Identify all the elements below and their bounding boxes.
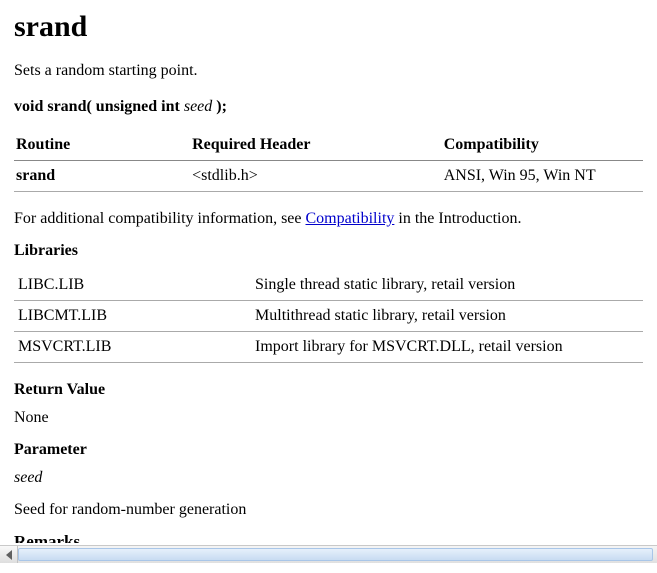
library-desc: Import library for MSVCRT.DLL, retail ve… (253, 332, 643, 363)
function-signature: void srand( unsigned int seed ); (14, 98, 643, 116)
signature-param: seed (184, 98, 212, 115)
routine-header-compatibility: Compatibility (442, 130, 643, 161)
library-name: MSVCRT.LIB (14, 332, 253, 363)
return-value-heading: Return Value (14, 381, 643, 399)
table-row: LIBCMT.LIB Multithread static library, r… (14, 301, 643, 332)
compatibility-note: For additional compatibility information… (14, 210, 643, 228)
library-name: LIBC.LIB (14, 270, 253, 301)
library-desc: Single thread static library, retail ver… (253, 270, 643, 301)
chevron-left-icon (6, 550, 12, 560)
page-title: srand (14, 10, 643, 44)
signature-prefix: void srand( unsigned int (14, 98, 184, 115)
routine-header-routine: Routine (14, 130, 190, 161)
parameter-description: Seed for random-number generation (14, 501, 643, 519)
compat-note-before: For additional compatibility information… (14, 210, 306, 227)
library-desc: Multithread static library, retail versi… (253, 301, 643, 332)
routine-table: Routine Required Header Compatibility sr… (14, 130, 643, 192)
short-description: Sets a random starting point. (14, 62, 643, 80)
libraries-heading: Libraries (14, 242, 643, 260)
compat-note-after: in the Introduction. (394, 210, 521, 227)
scroll-thumb[interactable] (18, 548, 653, 561)
horizontal-scrollbar[interactable] (0, 545, 657, 563)
routine-header-required-header: Required Header (190, 130, 442, 161)
return-value-text: None (14, 409, 643, 427)
table-row: srand <stdlib.h> ANSI, Win 95, Win NT (14, 161, 643, 192)
routine-cell-name: srand (14, 161, 190, 192)
table-row: LIBC.LIB Single thread static library, r… (14, 270, 643, 301)
table-row: MSVCRT.LIB Import library for MSVCRT.DLL… (14, 332, 643, 363)
libraries-table: LIBC.LIB Single thread static library, r… (14, 270, 643, 363)
remarks-heading: Remarks (14, 533, 643, 543)
parameter-name: seed (14, 469, 643, 487)
signature-suffix: ); (212, 98, 227, 115)
routine-cell-header: <stdlib.h> (190, 161, 442, 192)
routine-cell-compat: ANSI, Win 95, Win NT (442, 161, 643, 192)
scroll-left-button[interactable] (0, 546, 18, 563)
compatibility-link[interactable]: Compatibility (306, 210, 395, 227)
parameter-heading: Parameter (14, 441, 643, 459)
library-name: LIBCMT.LIB (14, 301, 253, 332)
